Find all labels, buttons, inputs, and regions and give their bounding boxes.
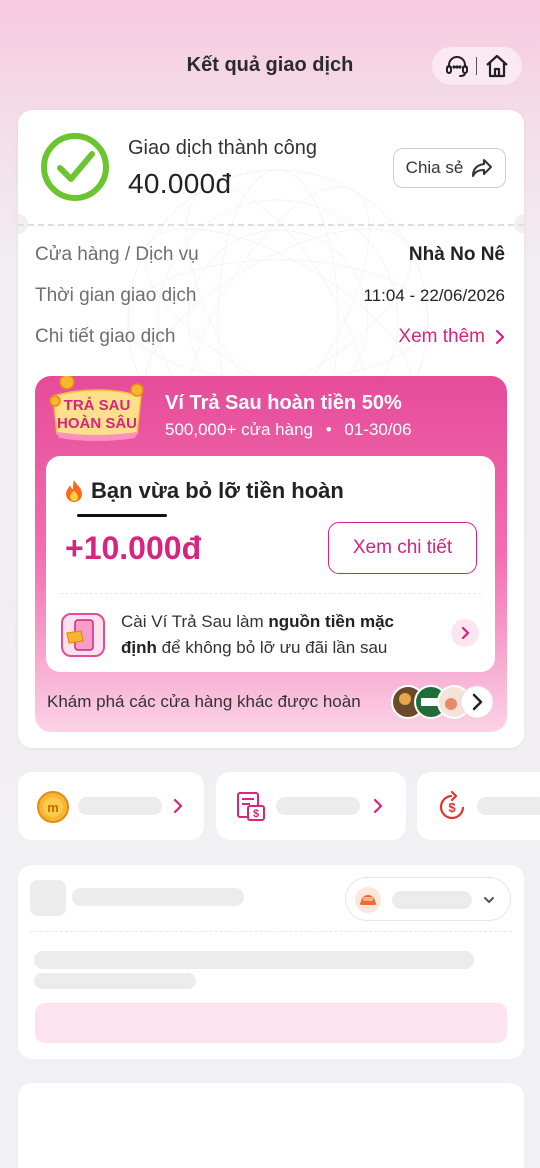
loading-placeholder [78,797,162,815]
transaction-amount: 40.000đ [128,168,232,199]
detail-key: Thời gian giao dịch [35,285,197,306]
see-more-label: Xem thêm [398,326,485,347]
chevron-right-icon [373,798,383,814]
loading-placeholder [30,880,66,916]
title-underline [77,514,167,517]
bullet-dot: • [325,420,332,439]
loading-placeholder [72,888,244,906]
loading-placeholder [477,797,540,815]
source-select[interactable] [345,877,511,921]
store-avatars[interactable] [391,685,495,719]
logo-text-1: TRẢ SAU [64,397,131,414]
detail-key: Cửa hàng / Dịch vụ [35,244,199,265]
chevron-down-icon [484,897,494,903]
status-label: Giao dịch thành công [128,137,318,159]
home-icon[interactable] [482,51,512,81]
bottom-card [18,1083,524,1168]
detail-row-time: Thời gian giao dịch 11:04 - 22/06/2026 [35,285,505,307]
svg-text:$: $ [253,808,259,820]
fire-icon [66,480,82,502]
shortcut-card-invoice[interactable]: $ [216,772,406,840]
header-actions [431,46,523,86]
detail-value: Nhà No Nê [408,244,505,265]
missed-cashback-card: Bạn vừa bỏ lỡ tiền hoàn +10.000đ Xem chi… [46,456,495,672]
missed-title-text: Bạn vừa bỏ lỡ tiền hoàn [91,478,344,503]
promo-title: Ví Trả Sau hoàn tiền 50% [165,392,402,414]
share-label: Chia sẻ [405,158,464,177]
logo-text-2: HOÀN SÂU [57,414,137,432]
wallet-default-icon [61,613,105,657]
dashed-divider [18,224,524,226]
chevron-right-icon [461,626,469,640]
promo-stores: 500,000+ cửa hàng [165,420,313,439]
hint-bold-2: định [121,638,157,657]
invoice-dollar-icon: $ [237,792,265,821]
explore-stores-text[interactable]: Khám phá các cửa hàng khác được hoàn [47,692,361,712]
view-detail-button[interactable]: Xem chi tiết [328,522,477,574]
transaction-result-card: Giao dịch thành công 40.000đ Chia sẻ Cửa… [18,110,524,748]
hint-bold-1: nguồn tiền mặc [268,612,395,631]
svg-text:$: $ [448,800,456,815]
loading-placeholder [34,951,474,969]
chevron-right-icon [495,329,505,345]
promo-dates: 01-30/06 [344,420,412,439]
loading-placeholder [34,973,196,989]
set-default-arrow-button[interactable] [451,619,479,647]
missed-amount: +10.000đ [65,530,202,566]
hint-text-2: để không bỏ lỡ ưu đãi lần sau [156,638,388,657]
loading-placeholder [276,797,360,815]
svg-text:m: m [47,800,59,815]
momo-coin-icon: m [37,791,69,823]
detail-row-store: Cửa hàng / Dịch vụ Nhà No Nê [35,244,505,266]
see-more-link[interactable]: Xem thêm [398,326,505,348]
shortcut-card-cashback[interactable]: $ [417,772,540,840]
missed-title: Bạn vừa bỏ lỡ tiền hoàn [63,478,344,504]
inner-divider [60,593,481,594]
chevron-right-icon [173,798,183,814]
detail-key: Chi tiết giao dịch [35,326,176,347]
loading-placeholder [392,891,472,909]
set-default-hint: Cài Ví Trả Sau làm nguồn tiền mặc định để… [121,609,421,661]
success-check-icon [41,133,109,201]
wallet-source-icon [355,887,381,913]
detail-value: 11:04 - 22/06/2026 [363,286,505,305]
loading-card [18,865,524,1059]
paylater-promo-banner[interactable]: TRẢ SAU HOÀN SÂU Ví Trả Sau hoàn tiền 50… [35,376,507,732]
detail-row-more: Chi tiết giao dịch Xem thêm [35,326,505,348]
header-separator [476,57,478,75]
loading-placeholder [35,1003,507,1043]
shortcut-card-rewards[interactable]: m [18,772,204,840]
cashback-dollar-icon: $ [439,790,465,820]
hint-text-1: Cài Ví Trả Sau làm [121,612,269,631]
dashed-divider [30,931,512,932]
promo-subtitle: 500,000+ cửa hàng • 01-30/06 [165,420,412,440]
headset-icon[interactable] [442,51,472,81]
tra-sau-hoan-sau-logo: TRẢ SAU HOÀN SÂU [49,376,144,441]
share-button[interactable]: Chia sẻ [393,148,506,188]
share-arrow-icon [472,159,493,177]
